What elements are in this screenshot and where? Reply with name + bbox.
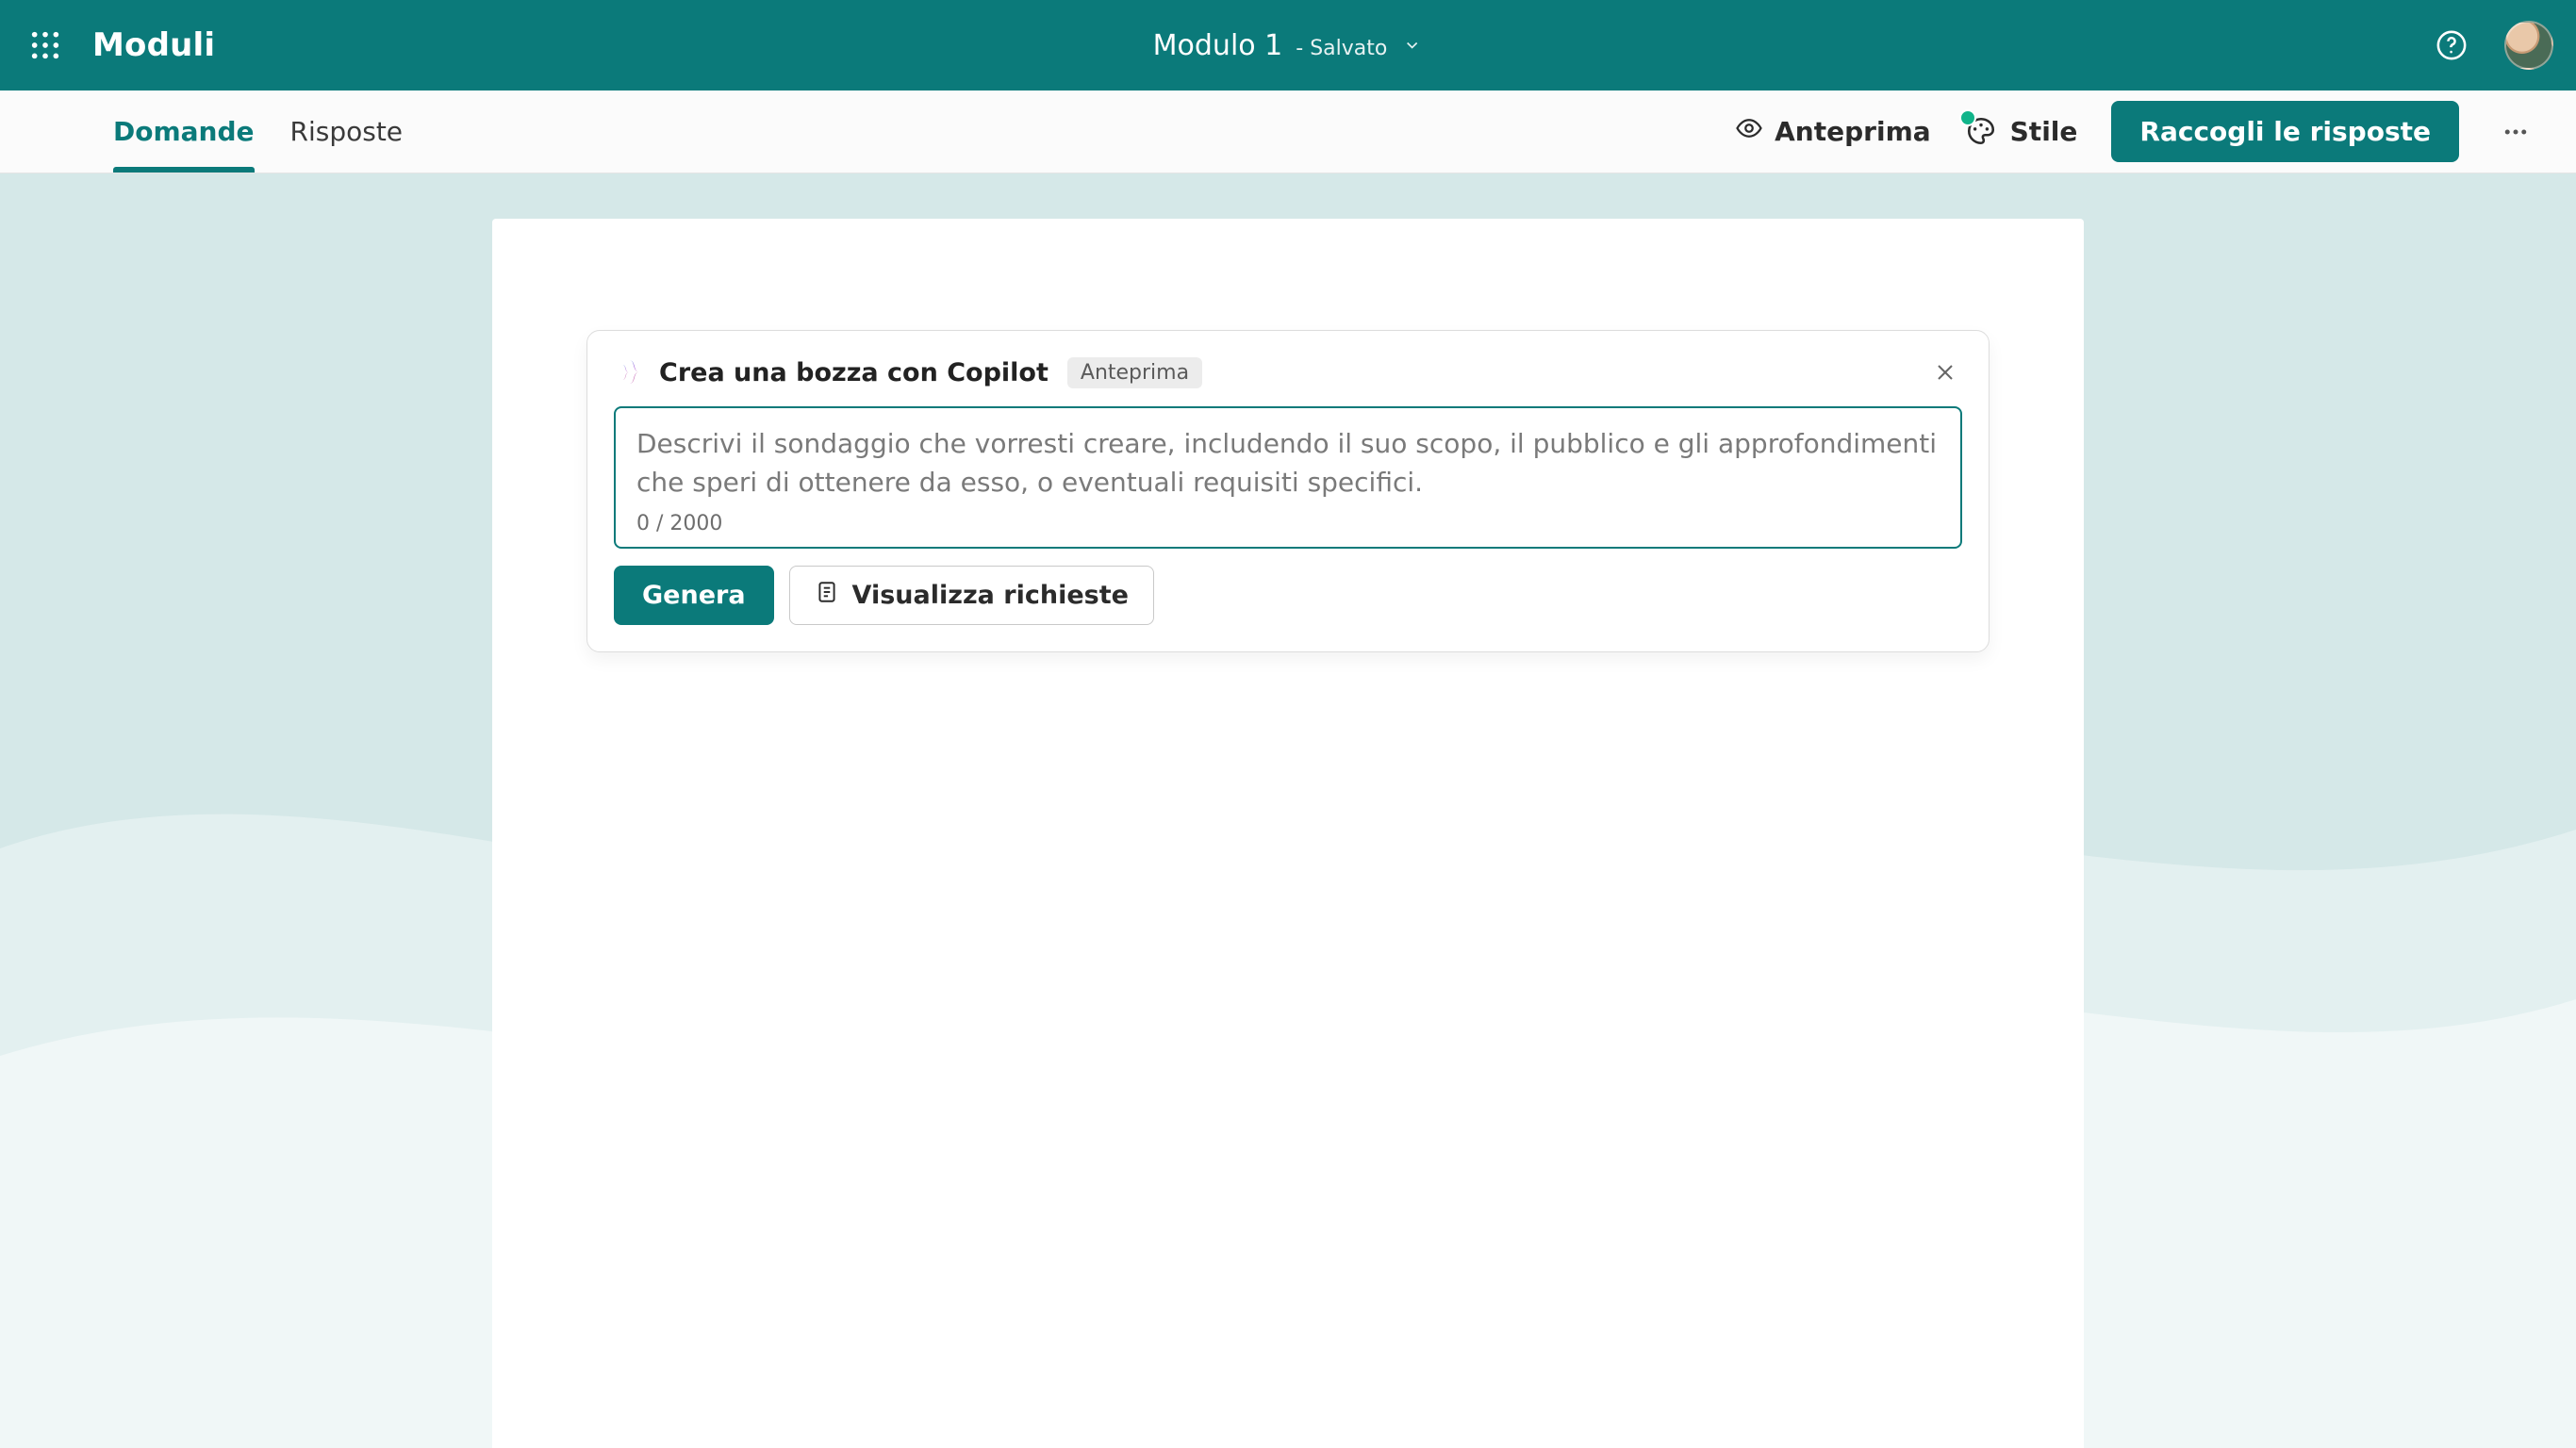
style-button[interactable]: Stile	[1965, 115, 2078, 149]
style-label: Stile	[2010, 116, 2078, 147]
generate-button[interactable]: Genera	[614, 566, 774, 625]
prompts-icon	[815, 580, 839, 611]
collect-responses-button[interactable]: Raccogli le risposte	[2111, 101, 2459, 162]
copilot-card-title: Crea una bozza con Copilot	[659, 358, 1049, 387]
form-title: Modulo 1	[1153, 29, 1283, 62]
copilot-icon	[614, 357, 644, 387]
copilot-draft-card: Crea una bozza con Copilot Anteprima 0 /…	[586, 330, 1990, 652]
app-launcher-icon[interactable]	[23, 23, 68, 68]
help-icon[interactable]	[2433, 26, 2470, 64]
close-icon[interactable]	[1928, 355, 1962, 389]
chevron-down-icon	[1400, 34, 1423, 57]
toolbar: Domande Risposte Anteprima Stile	[0, 90, 2576, 173]
view-prompts-button[interactable]: Visualizza richieste	[789, 566, 1154, 625]
app-header: Moduli Modulo 1 - Salvato	[0, 0, 2576, 90]
tab-questions[interactable]: Domande	[113, 90, 255, 173]
preview-button[interactable]: Anteprima	[1735, 114, 1931, 149]
form-canvas: Crea una bozza con Copilot Anteprima 0 /…	[492, 219, 2084, 1448]
style-new-badge-icon	[1959, 109, 1976, 126]
copilot-char-counter: 0 / 2000	[636, 512, 1940, 535]
canvas-area: Crea una bozza con Copilot Anteprima 0 /…	[0, 173, 2576, 1448]
palette-icon	[1965, 115, 1999, 149]
more-options-icon[interactable]	[2493, 109, 2538, 155]
copilot-input-container: 0 / 2000	[614, 406, 1962, 549]
form-status: - Salvato	[1296, 37, 1387, 60]
form-title-dropdown[interactable]: Modulo 1 - Salvato	[1153, 29, 1424, 62]
copilot-preview-badge: Anteprima	[1067, 357, 1202, 388]
preview-label: Anteprima	[1775, 116, 1931, 147]
copilot-prompt-input[interactable]	[636, 425, 1940, 506]
tab-responses[interactable]: Risposte	[290, 90, 404, 173]
view-prompts-label: Visualizza richieste	[852, 581, 1129, 610]
avatar[interactable]	[2504, 21, 2553, 70]
app-name[interactable]: Moduli	[92, 26, 215, 64]
eye-icon	[1735, 114, 1763, 149]
